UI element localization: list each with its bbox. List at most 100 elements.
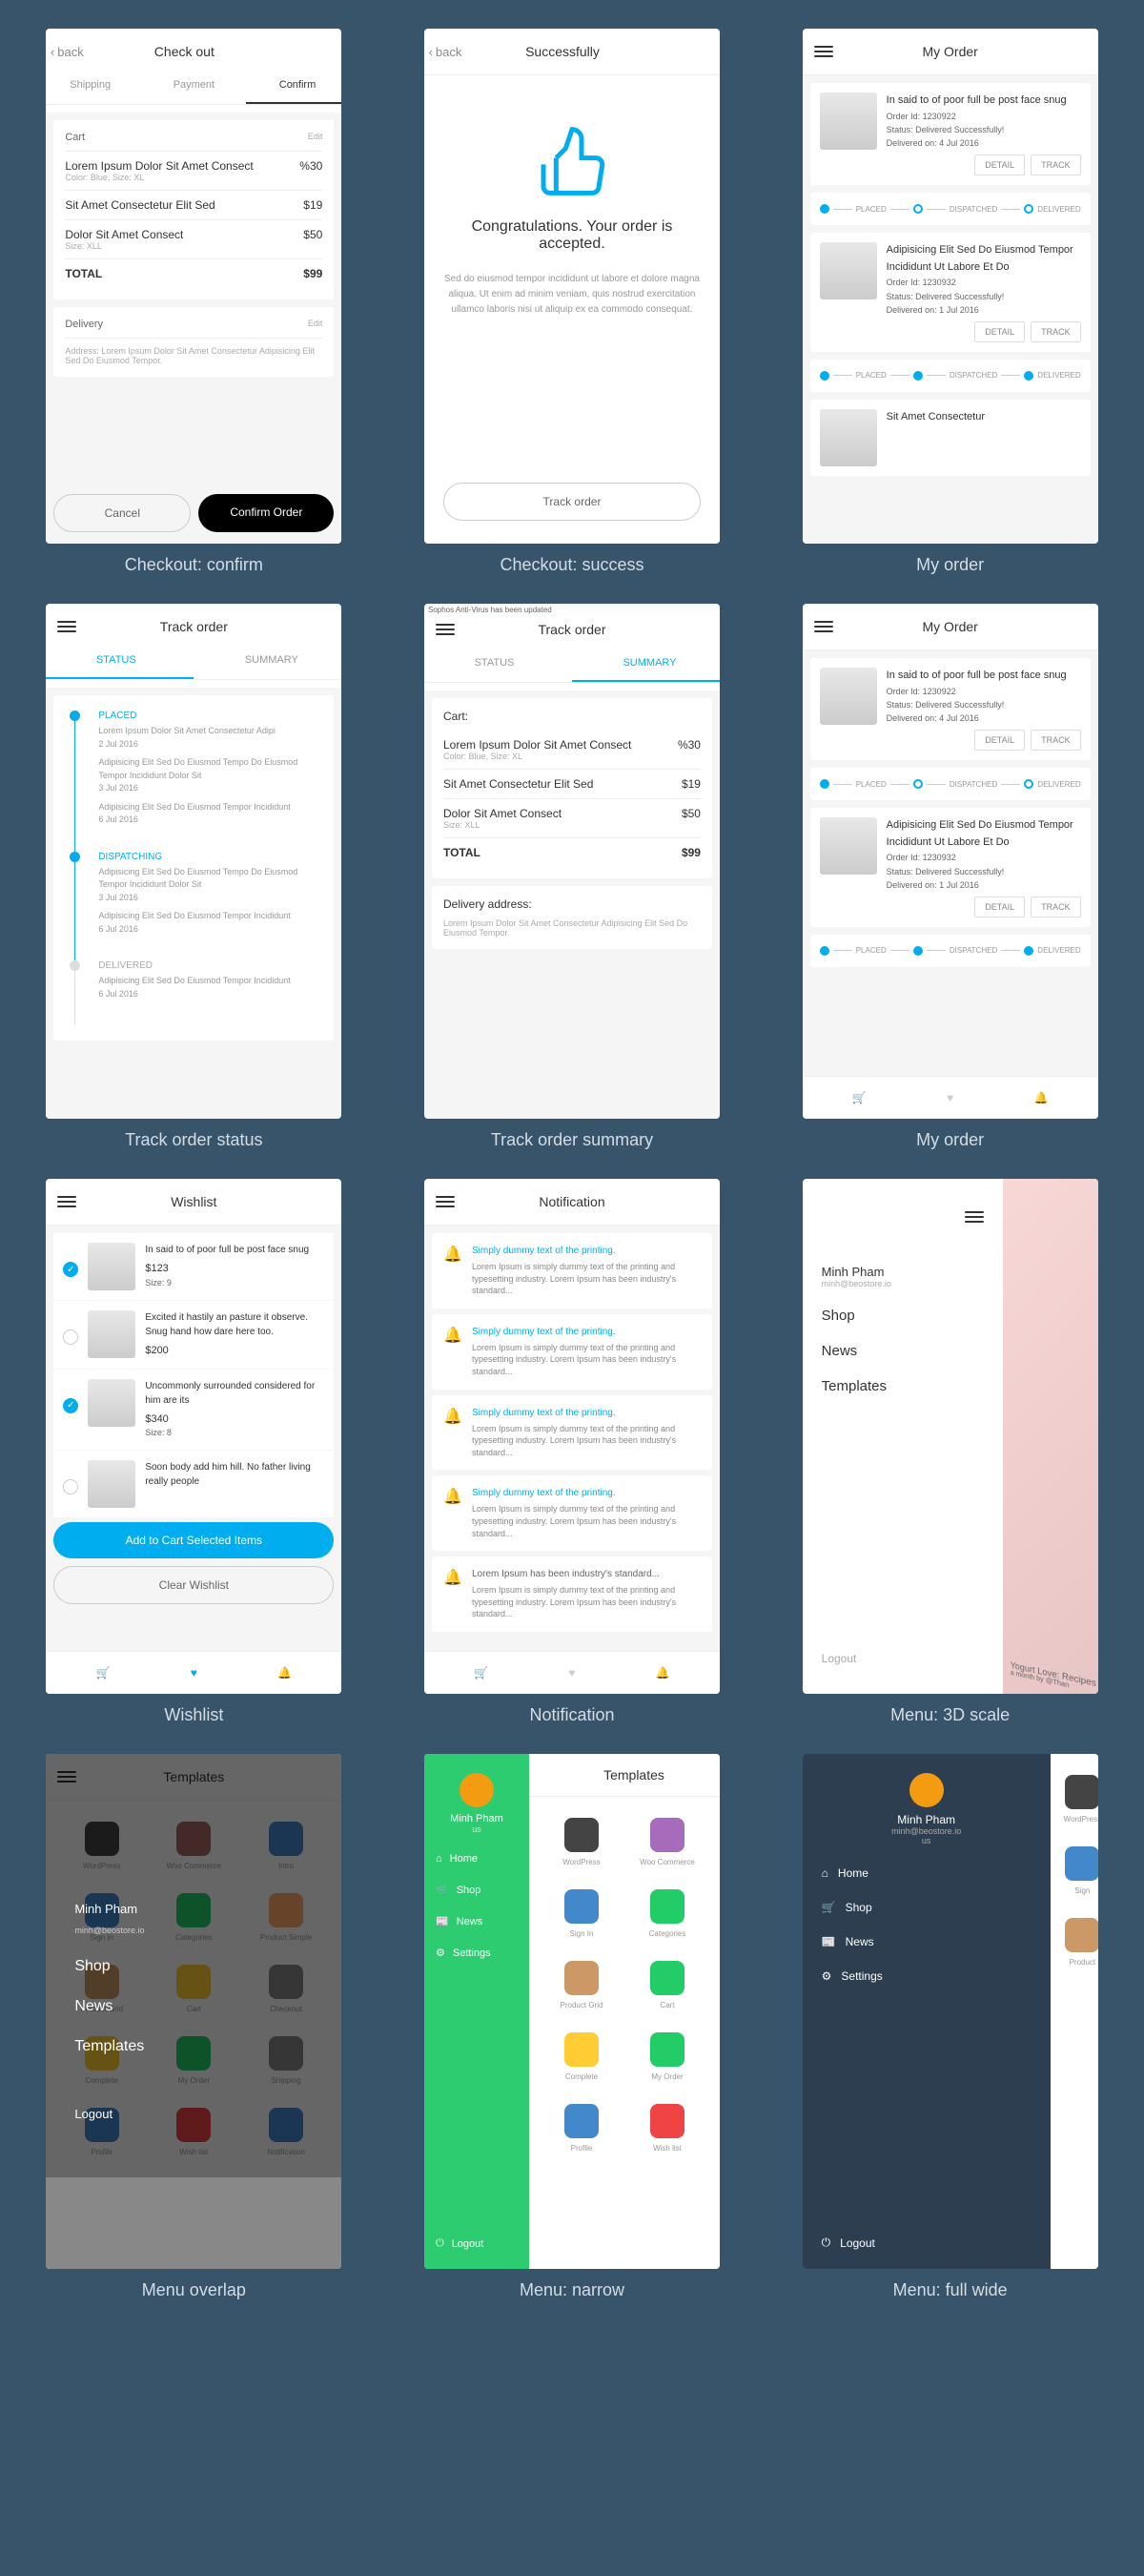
menu-link[interactable]: Shop <box>74 1958 313 1975</box>
wishlist-item[interactable]: Soon body add him hill. No father living… <box>53 1451 334 1517</box>
template-tile[interactable]: Categories <box>624 1878 710 1949</box>
sidebar-item-shop[interactable]: 🛒Shop <box>822 1901 1032 1914</box>
notification-item[interactable]: 🔔Simply dummy text of the printing.Lorem… <box>432 1233 712 1309</box>
page-title: Check out <box>76 44 292 59</box>
menu-icon[interactable] <box>814 617 833 636</box>
news-icon: 📰 <box>822 1935 836 1948</box>
back-button[interactable]: ‹ back <box>436 42 455 61</box>
nav-bell-icon[interactable]: 🔔 <box>276 1663 295 1682</box>
sidebar-item-settings[interactable]: ⚙Settings <box>436 1947 518 1959</box>
menu-icon[interactable] <box>57 617 76 636</box>
cancel-button[interactable]: Cancel <box>53 494 191 532</box>
logout-link[interactable]: ⏻Logout <box>822 2236 1032 2250</box>
menu-link-news[interactable]: News <box>822 1343 984 1359</box>
page-title: My Order <box>833 619 1068 634</box>
track-order-button[interactable]: Track order <box>443 483 701 521</box>
template-tile[interactable]: Sign In <box>539 1878 624 1949</box>
screen-notification: Notification 🔔Simply dummy text of the p… <box>424 1179 720 1694</box>
menu-link[interactable]: Templates <box>74 2038 313 2055</box>
tab-summary[interactable]: SUMMARY <box>572 646 720 682</box>
menu-link-templates[interactable]: Templates <box>822 1378 984 1394</box>
template-tile[interactable]: My Order <box>624 2021 710 2092</box>
product-thumbnail <box>820 409 877 466</box>
screen-checkout-confirm: ‹ back Check out Shipping Payment Confir… <box>46 29 341 544</box>
delivery-label: Delivery <box>65 319 103 330</box>
template-tile[interactable]: Woo Commerce <box>624 1806 710 1878</box>
menu-icon[interactable] <box>436 620 455 639</box>
tab-summary[interactable]: SUMMARY <box>194 643 341 679</box>
menu-link-shop[interactable]: Shop <box>822 1308 984 1324</box>
menu-icon[interactable] <box>57 1192 76 1211</box>
tab-shipping[interactable]: Shipping <box>46 68 142 104</box>
notification-item[interactable]: 🔔Simply dummy text of the printing.Lorem… <box>432 1395 712 1471</box>
nav-cart-icon[interactable]: 🛒 <box>849 1088 868 1107</box>
tab-status[interactable]: STATUS <box>424 646 572 682</box>
track-button[interactable]: TRACK <box>1031 155 1081 175</box>
tab-confirm[interactable]: Confirm <box>246 68 342 104</box>
wishlist-item[interactable]: Excited it hastily an pasture it observe… <box>53 1301 334 1369</box>
screen-menu-3d: Minh Phamminh@beostore.io Shop News Temp… <box>803 1179 1098 1694</box>
detail-button[interactable]: DETAIL <box>974 155 1025 175</box>
sidebar-item-settings[interactable]: ⚙Settings <box>822 1969 1032 1983</box>
template-tile[interactable]: Cart <box>624 1949 710 2021</box>
sidebar-item-home[interactable]: ⌂Home <box>436 1853 518 1865</box>
logout-icon: ⏻ <box>436 2237 444 2250</box>
logout-link[interactable]: Logout <box>822 1652 984 1665</box>
wishlist-item[interactable]: ✓Uncommonly surrounded considered for hi… <box>53 1370 334 1450</box>
template-tile[interactable]: Profile <box>539 2092 624 2164</box>
item-price: $50 <box>303 228 322 241</box>
menu-icon[interactable] <box>814 42 833 61</box>
cart-icon: 🛒 <box>436 1884 449 1896</box>
nav-cart-icon[interactable]: 🛒 <box>93 1663 112 1682</box>
checkbox-icon[interactable] <box>63 1329 78 1345</box>
logout-link[interactable]: ⏻Logout <box>436 2237 518 2250</box>
order-card: Adipisicing Elit Sed Do Eiusmod Tempor I… <box>810 233 1091 352</box>
nav-heart-icon[interactable]: ♥ <box>562 1663 582 1682</box>
template-tile[interactable]: Product Grid <box>539 1949 624 2021</box>
sidebar-item-news[interactable]: 📰News <box>822 1935 1032 1948</box>
sidebar-item-shop[interactable]: 🛒Shop <box>436 1884 518 1896</box>
nav-cart-icon[interactable]: 🛒 <box>472 1663 491 1682</box>
menu-icon[interactable] <box>436 1192 455 1211</box>
system-notification: Sophos Anti-Virus has been updated <box>424 604 720 616</box>
gear-icon: ⚙ <box>822 1969 832 1983</box>
template-tile[interactable]: Wish list <box>624 2092 710 2164</box>
clear-wishlist-button[interactable]: Clear Wishlist <box>53 1566 334 1604</box>
tab-status[interactable]: STATUS <box>46 643 194 679</box>
wishlist-item[interactable]: ✓In said to of poor full be post face sn… <box>53 1233 334 1300</box>
track-button[interactable]: TRACK <box>1031 321 1081 342</box>
nav-bell-icon[interactable]: 🔔 <box>653 1663 672 1682</box>
track-button[interactable]: TRACK <box>1031 730 1081 751</box>
edit-link[interactable]: Edit <box>308 319 323 330</box>
edit-link[interactable]: Edit <box>308 132 323 143</box>
tab-payment[interactable]: Payment <box>142 68 246 104</box>
checkbox-icon[interactable]: ✓ <box>63 1398 78 1413</box>
total-label: TOTAL <box>65 267 102 280</box>
confirm-button[interactable]: Confirm Order <box>198 494 334 532</box>
logout-link[interactable]: Logout <box>74 2107 313 2121</box>
notification-item[interactable]: 🔔Simply dummy text of the printing.Lorem… <box>432 1314 712 1390</box>
template-tile[interactable]: Complete <box>539 2021 624 2092</box>
notification-item[interactable]: 🔔Lorem Ipsum has been industry's standar… <box>432 1556 712 1632</box>
sidebar-item-home[interactable]: ⌂Home <box>822 1866 1032 1880</box>
nav-bell-icon[interactable]: 🔔 <box>1032 1088 1051 1107</box>
detail-button[interactable]: DETAIL <box>974 896 1025 917</box>
user-name: Minh Pham <box>74 1902 313 1916</box>
back-button[interactable]: ‹ back <box>57 42 76 61</box>
nav-heart-icon[interactable]: ♥ <box>941 1088 960 1107</box>
overlay-menu: Minh Phamminh@beostore.io Shop News Temp… <box>46 1754 341 2269</box>
checkbox-icon[interactable]: ✓ <box>63 1262 78 1277</box>
detail-button[interactable]: DETAIL <box>974 730 1025 751</box>
checkbox-icon[interactable] <box>63 1479 78 1494</box>
add-to-cart-button[interactable]: Add to Cart Selected Items <box>53 1522 334 1558</box>
sidebar-item-news[interactable]: 📰News <box>436 1915 518 1927</box>
screen-track-status: Track order STATUS SUMMARY PLACED Lorem … <box>46 604 341 1119</box>
cart-icon: 🛒 <box>822 1901 836 1914</box>
detail-button[interactable]: DETAIL <box>974 321 1025 342</box>
menu-link[interactable]: News <box>74 1998 313 2015</box>
template-tile[interactable]: WordPress <box>539 1806 624 1878</box>
menu-icon[interactable] <box>965 1207 984 1226</box>
notification-item[interactable]: 🔔Simply dummy text of the printing.Lorem… <box>432 1475 712 1551</box>
track-button[interactable]: TRACK <box>1031 896 1081 917</box>
nav-heart-icon[interactable]: ♥ <box>184 1663 203 1682</box>
